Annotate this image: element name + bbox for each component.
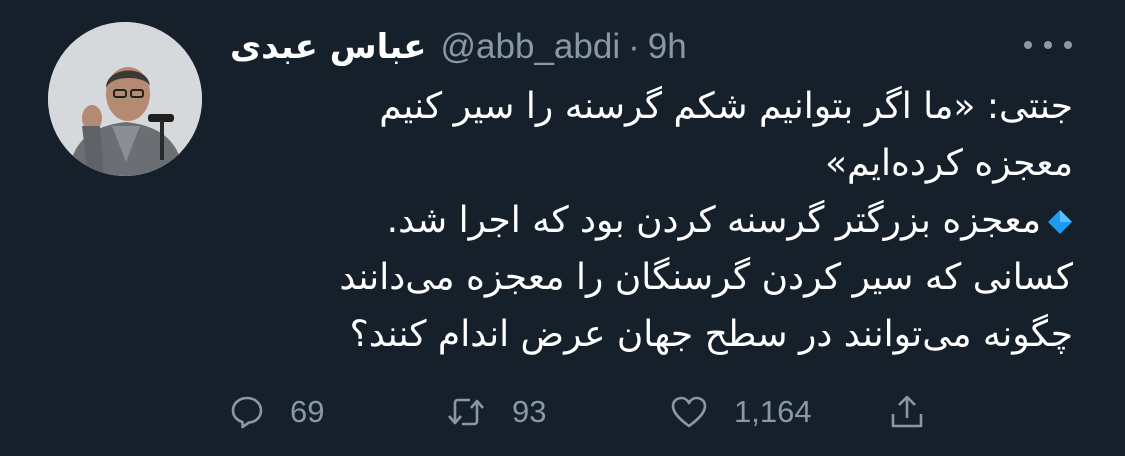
share-icon <box>891 395 923 428</box>
tweet-text-line: معجزه کرده‌ایم» <box>825 143 1073 184</box>
share-button[interactable] <box>890 382 924 442</box>
more-dot <box>1044 41 1052 49</box>
display-name[interactable]: عباس عبدی <box>230 27 427 67</box>
retweet-icon <box>448 398 484 426</box>
separator-dot: · <box>628 27 640 66</box>
reply-icon <box>231 396 263 429</box>
user-handle[interactable]: @abb_abdi <box>441 27 621 67</box>
retweet-count: 93 <box>512 394 547 429</box>
tweet-text-line: چگونه می‌توانند در سطح جهان عرض اندام کن… <box>349 314 1073 355</box>
tweet-header: عباس عبدی @abb_abdi · 9h <box>230 22 687 72</box>
tweet-text-line-with-bullet: معجزه بزرگتر گرسنه کردن بود که اجرا شد. <box>213 192 1073 249</box>
tweet-text-line: کسانی که سیر کردن گرسنگان را معجزه می‌دا… <box>339 257 1073 298</box>
more-dot <box>1064 41 1072 49</box>
more-options-icon[interactable] <box>1024 30 1072 60</box>
like-count: 1,164 <box>734 394 812 429</box>
small-blue-diamond-icon <box>1048 210 1072 234</box>
reply-count: 69 <box>290 394 325 429</box>
timestamp[interactable]: 9h <box>648 27 687 67</box>
tweet-text: جنتی: «ما اگر بتوانیم شکم گرسنه را سیر ک… <box>213 78 1073 363</box>
heart-icon <box>671 396 707 428</box>
more-dot <box>1024 41 1032 49</box>
reply-button[interactable]: 69 <box>230 382 324 442</box>
tweet-text-line: جنتی: «ما اگر بتوانیم شکم گرسنه را سیر ک… <box>379 86 1073 127</box>
avatar[interactable] <box>48 22 202 176</box>
tweet: عباس عبدی @abb_abdi · 9h جنتی: «ما اگر ب… <box>0 0 1125 456</box>
tweet-text-line: معجزه بزرگتر گرسنه کردن بود که اجرا شد. <box>386 200 1041 241</box>
tweet-actions: 69 93 1,164 <box>230 382 1070 442</box>
avatar-photo <box>48 22 202 176</box>
like-button[interactable]: 1,164 <box>670 382 812 442</box>
retweet-button[interactable]: 93 <box>446 382 546 442</box>
